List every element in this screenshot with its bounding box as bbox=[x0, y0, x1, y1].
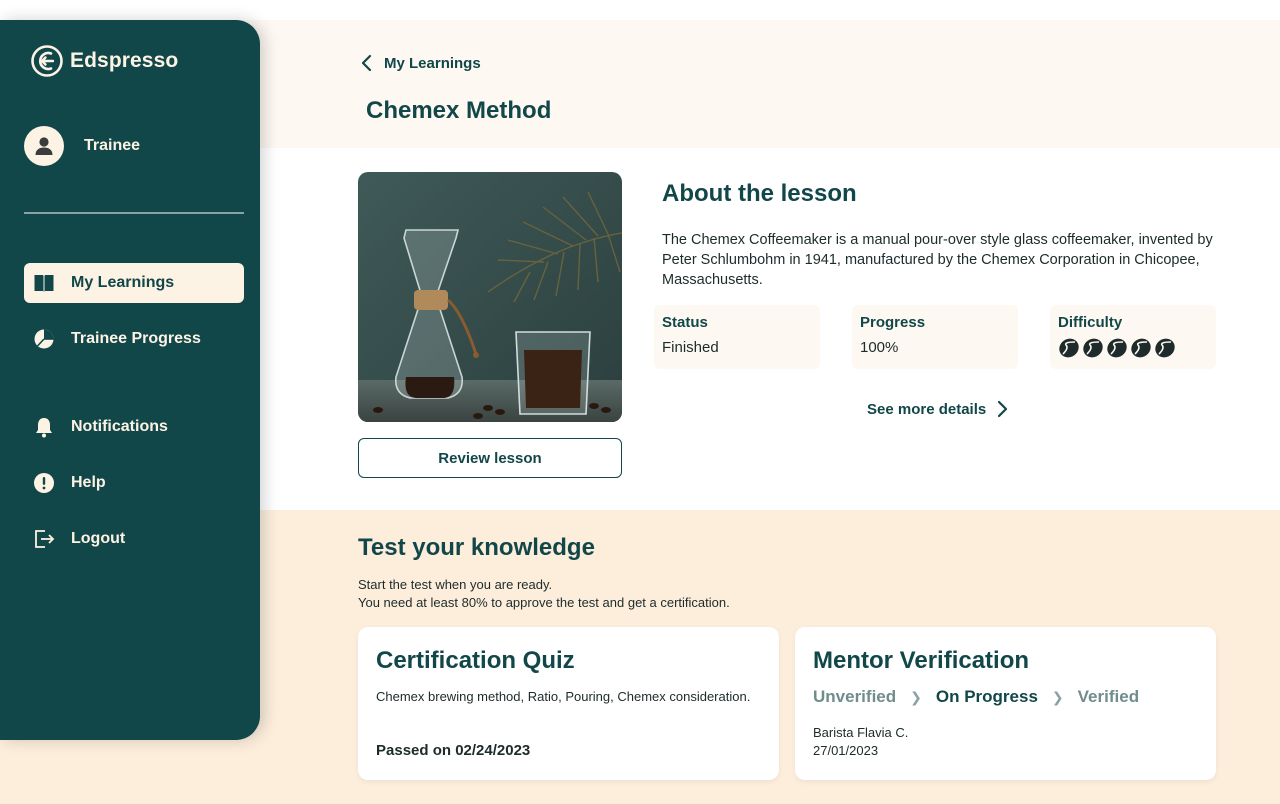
page-title: Chemex Method bbox=[366, 97, 552, 124]
page: Edspresso Trainee My Learnings Trainee P… bbox=[0, 0, 1280, 804]
lesson-image bbox=[358, 172, 622, 422]
sidebar-item-my-learnings[interactable]: My Learnings bbox=[24, 263, 244, 303]
quiz-topics: Chemex brewing method, Ratio, Pouring, C… bbox=[376, 689, 751, 704]
quiz-passed-date: Passed on 02/24/2023 bbox=[376, 742, 531, 759]
status-value: Finished bbox=[662, 339, 719, 356]
app-name: Edspresso bbox=[70, 49, 179, 72]
quiz-title: Certification Quiz bbox=[376, 647, 575, 674]
user-profile[interactable]: Trainee bbox=[24, 126, 140, 166]
status-label: Status bbox=[662, 314, 708, 331]
chevron-right-icon: ❯ bbox=[910, 688, 922, 705]
mentor-date: 27/01/2023 bbox=[813, 743, 879, 758]
book-icon bbox=[33, 272, 55, 294]
review-lesson-button[interactable]: Review lesson bbox=[358, 438, 622, 478]
test-description: Start the test when you are ready. You n… bbox=[358, 576, 730, 612]
coffee-bean-icon bbox=[1059, 338, 1079, 358]
app-logo[interactable]: Edspresso bbox=[30, 44, 178, 78]
sidebar-item-label: Logout bbox=[71, 530, 126, 547]
back-link-label: My Learnings bbox=[384, 54, 481, 72]
chevron-left-icon bbox=[361, 54, 372, 72]
about-text: The Chemex Coffeemaker is a manual pour-… bbox=[662, 232, 1213, 288]
sidebar-item-label: Help bbox=[71, 474, 106, 491]
sidebar-item-logout[interactable]: Logout bbox=[24, 519, 244, 559]
mentor-verification-card[interactable]: Mentor Verification Unverified ❯ On Prog… bbox=[795, 627, 1216, 780]
logout-icon bbox=[33, 528, 55, 550]
progress-label: Progress bbox=[860, 314, 926, 331]
difficulty-card: Difficulty bbox=[1050, 305, 1216, 369]
mentor-name: Barista Flavia C. bbox=[813, 725, 909, 740]
chevron-right-icon: ❯ bbox=[1051, 688, 1064, 705]
pie-chart-icon bbox=[33, 328, 55, 350]
difficulty-rating bbox=[1058, 337, 1208, 359]
sidebar-divider bbox=[24, 212, 244, 214]
progress-value: 100% bbox=[860, 339, 899, 356]
test-title: Test your knowledge bbox=[358, 534, 595, 561]
sidebar-item-notifications[interactable]: Notifications bbox=[24, 407, 244, 447]
user-icon bbox=[35, 137, 53, 155]
sidebar-item-trainee-progress[interactable]: Trainee Progress bbox=[24, 319, 244, 359]
certification-quiz-card[interactable]: Certification Quiz Chemex brewing method… bbox=[358, 627, 779, 780]
mentor-title: Mentor Verification bbox=[813, 647, 1030, 674]
step-on-progress: On Progress bbox=[935, 687, 1038, 706]
chevron-right-icon bbox=[998, 400, 1008, 418]
coffee-bean-icon bbox=[1083, 338, 1103, 358]
test-desc-line: You need at least 80% to approve the tes… bbox=[358, 595, 730, 610]
difficulty-label: Difficulty bbox=[1058, 314, 1123, 331]
status-card: Status Finished bbox=[654, 305, 820, 369]
see-more-details-link[interactable]: See more details bbox=[867, 400, 1008, 418]
bell-icon bbox=[33, 416, 55, 438]
about-title: About the lesson bbox=[662, 180, 857, 207]
sidebar-item-label: My Learnings bbox=[71, 274, 175, 291]
avatar bbox=[24, 126, 64, 166]
coffee-bean-icon bbox=[1131, 338, 1151, 358]
verification-steps: Unverified ❯ On Progress ❯ Verified bbox=[813, 687, 1139, 707]
test-desc-line: Start the test when you are ready. bbox=[358, 577, 553, 592]
step-verified: Verified bbox=[1077, 687, 1140, 706]
alert-circle-icon bbox=[33, 472, 55, 494]
back-link[interactable]: My Learnings bbox=[360, 54, 481, 72]
logo-icon bbox=[31, 45, 63, 77]
progress-card: Progress 100% bbox=[852, 305, 1018, 369]
coffee-bean-icon bbox=[1107, 338, 1127, 358]
see-more-label: See more details bbox=[867, 400, 987, 418]
user-name: Trainee bbox=[84, 137, 141, 154]
coffee-bean-icon bbox=[1155, 338, 1175, 358]
step-unverified: Unverified bbox=[813, 687, 897, 706]
sidebar-item-label: Trainee Progress bbox=[71, 330, 201, 347]
sidebar: Edspresso Trainee My Learnings Trainee P… bbox=[0, 20, 260, 740]
sidebar-item-label: Notifications bbox=[71, 418, 168, 435]
sidebar-item-help[interactable]: Help bbox=[24, 463, 244, 503]
